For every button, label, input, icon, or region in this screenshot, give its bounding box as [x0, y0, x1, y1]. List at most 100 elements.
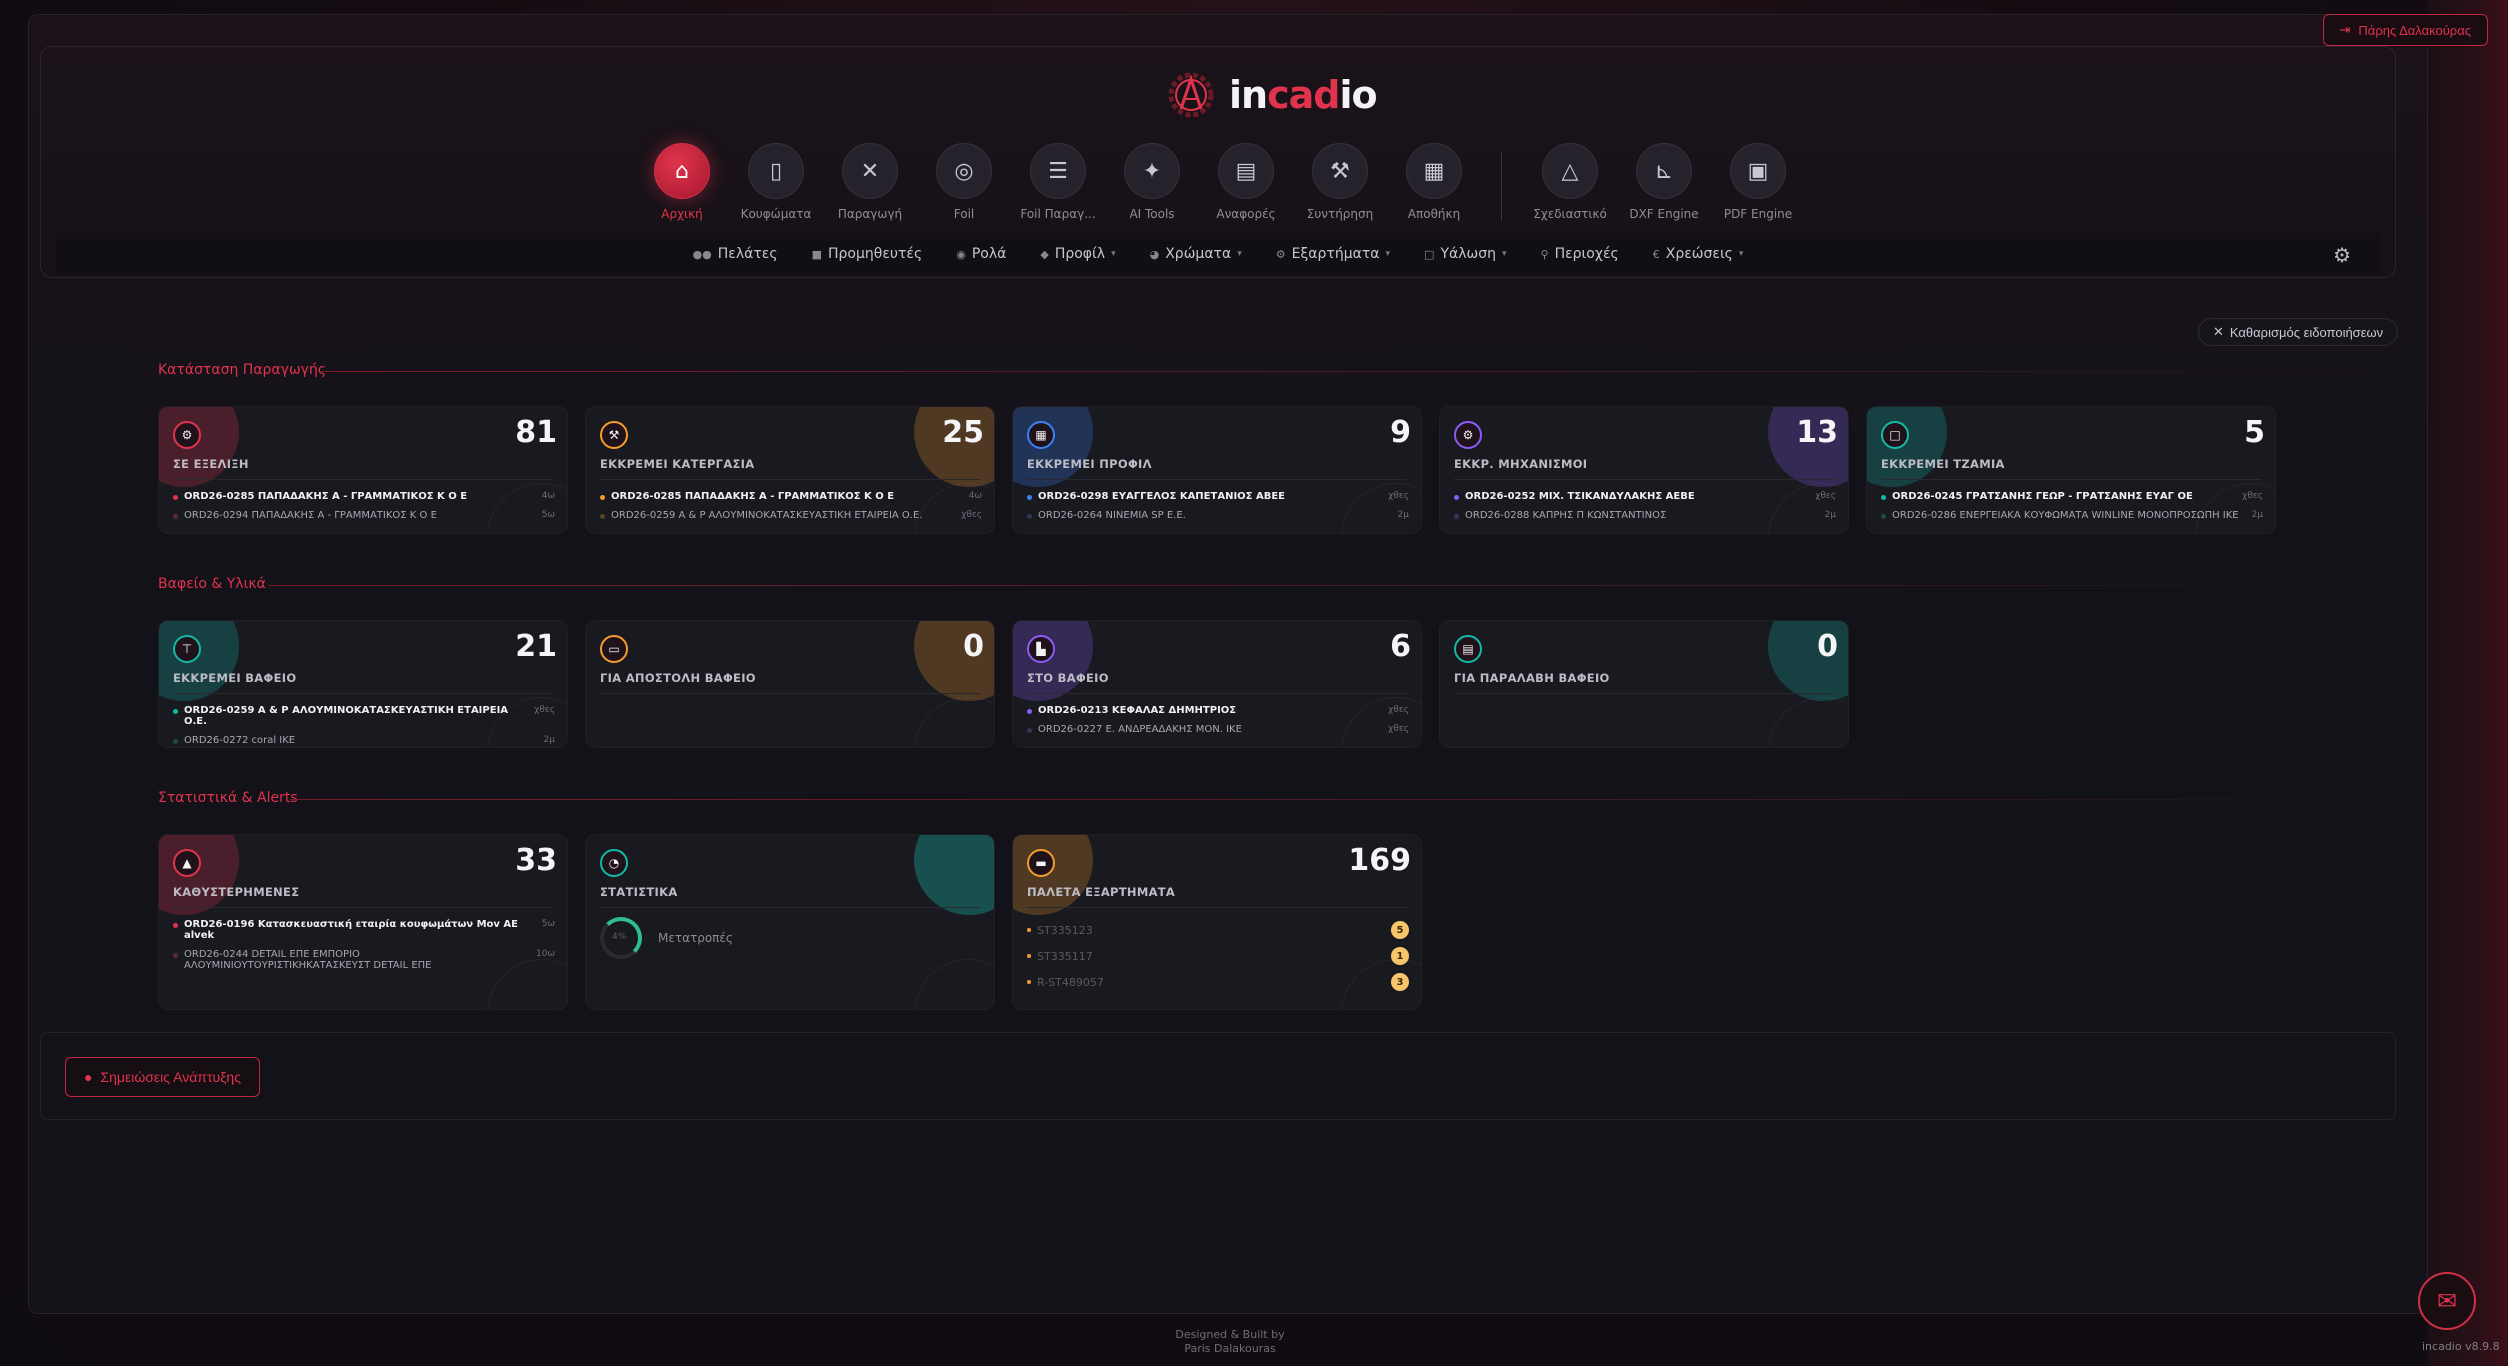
- nav-production[interactable]: ✕ Παραγωγή: [820, 143, 920, 221]
- card-receive-paint[interactable]: ▤ 0 ΓΙΑ ΠΑΡΑΛΑΒΗ ΒΑΦΕΙΟ: [1439, 620, 1849, 748]
- compass-icon: △: [1542, 143, 1598, 199]
- chevron-down-icon: ▾: [1237, 249, 1242, 259]
- nav-divider: [1501, 151, 1502, 221]
- list-item[interactable]: ORD26-0196 Κατασκευαστική εταιρία κουφωμ…: [173, 919, 555, 941]
- section-divider: [290, 799, 2396, 800]
- nav-windows[interactable]: ▯ Κουφώματα: [726, 143, 826, 221]
- gears-icon: ⚙: [1454, 421, 1482, 449]
- logout-button[interactable]: ⇥ Πάρης Δαλακούρας: [2322, 14, 2488, 46]
- sub-nav: ●● Πελάτες ■ Προμηθευτές ◉ Ρολά ◆ Προφίλ ▾ ◕ Χ…: [55, 233, 2381, 275]
- subnav-glazing[interactable]: □ Υάλωση ▾: [1424, 246, 1506, 262]
- nav-maintenance[interactable]: ⚒ Συντήρηση: [1290, 143, 1390, 221]
- clear-notifications-button[interactable]: ✕ Καθαρισμός ειδοποιήσεων: [2198, 318, 2399, 346]
- home-icon: ⌂: [654, 143, 710, 199]
- subnav-profiles[interactable]: ◆ Προφίλ ▾: [1040, 246, 1115, 262]
- nav-foil-production[interactable]: ☰ Foil Παραγ...: [1008, 143, 1108, 221]
- subnav-colors[interactable]: ◕ Χρώματα ▾: [1150, 246, 1242, 262]
- chevron-down-icon: ▾: [1501, 249, 1507, 259]
- hammer-icon: ⚒: [600, 421, 628, 449]
- card-count: 169: [1348, 843, 1411, 878]
- card-label: ΠΑΛΕΤΑ ΕΞΑΡΤΗΜΑΤΑ: [1027, 885, 1176, 899]
- section-title-production: Κατάσταση Παραγωγής: [158, 362, 327, 378]
- door-icon: ▯: [748, 143, 804, 199]
- subnav-charges[interactable]: € Χρεώσεις ▾: [1653, 246, 1744, 262]
- list-item[interactable]: ORD26-0259 Α & Ρ ΑΛΟΥΜΙΝΟΚΑΤΑΣΚΕΥΑΣΤΙΚΗ …: [173, 705, 555, 727]
- warning-icon: ▲: [173, 849, 201, 877]
- card-label: ΕΚΚΡΕΜΕΙ ΠΡΟΦΙΛ: [1027, 457, 1152, 471]
- list-item[interactable]: ORD26-0285 ΠΑΠΑΔΑΚΗΣ Α - ΓΡΑΜΜΑΤΙΚΟΣ Κ Ο…: [173, 491, 555, 502]
- list-item[interactable]: ORD26-0288 ΚΑΠΡΗΣ Π ΚΩΝΣΤΑΝΤΙΝΟΣ 2μ: [1454, 510, 1836, 521]
- window-edge: [2428, 0, 2508, 1366]
- card-pending-glass[interactable]: □ 5 ΕΚΚΡΕΜΕΙ ΤΖΑΜΙΑ ORD26-0245 ΓΡΑΤΣΑΝΗΣ…: [1866, 406, 2276, 534]
- list-item[interactable]: ORD26-0272 coral IKE 2μ: [173, 735, 555, 746]
- card-pending-paint[interactable]: ⊤ 21 ΕΚΚΡΕΜΕΙ ΒΑΦΕΙΟ ORD26-0259 Α & Ρ ΑΛ…: [158, 620, 568, 748]
- card-at-paint[interactable]: ▙ 6 ΣΤΟ ΒΑΦΕΙΟ ORD26-0213 ΚΕΦΑΛΑΣ ΔΗΜΗΤΡ…: [1012, 620, 1422, 748]
- gears-icon: ⚙: [1275, 247, 1286, 261]
- card-count: 13: [1796, 415, 1838, 450]
- card-count: 5: [2244, 415, 2265, 450]
- nav-pdf-engine[interactable]: ▣ PDF Engine: [1708, 143, 1808, 221]
- bell-slash-icon: ✕: [2213, 324, 2224, 339]
- card-label: ΕΚΚΡΕΜΕΙ ΒΑΦΕΙΟ: [173, 671, 297, 685]
- card-label: ΕΚΚΡΕΜΕΙ ΤΖΑΜΙΑ: [1881, 457, 2005, 471]
- card-label: ΚΑΘΥΣΤΕΡΗΜΕΝΕΣ: [173, 885, 300, 899]
- card-delayed[interactable]: ▲ 33 ΚΑΘΥΣΤΕΡΗΜΕΝΕΣ ORD26-0196 Κατασκευα…: [158, 834, 568, 1010]
- card-palette[interactable]: ▬ 169 ΠΑΛΕΤΑ ΕΞΑΡΤΗΜΑΤΑ ST335123 5 ST3351…: [1012, 834, 1422, 1010]
- card-count: 21: [515, 629, 557, 664]
- chevron-down-icon: ▾: [1111, 249, 1116, 259]
- card-label: ΓΙΑ ΑΠΟΣΤΟΛΗ ΒΑΦΕΙΟ: [600, 671, 756, 685]
- list-item[interactable]: ORD26-0285 ΠΑΠΑΔΑΚΗΣ Α - ΓΡΑΜΜΑΤΙΚΟΣ Κ Ο…: [600, 491, 982, 502]
- card-count: 9: [1390, 415, 1411, 450]
- nav-home[interactable]: ⌂ Αρχική: [632, 143, 732, 221]
- warehouse-icon: ▦: [1406, 143, 1462, 199]
- list-item[interactable]: ORD26-0252 ΜΙΧ. ΤΣΙΚΑΝΔΥΛΑΚΗΣ ΑΕΒΕ χθες: [1454, 491, 1836, 502]
- chat-icon: ✉: [2436, 1287, 2458, 1315]
- nav-ai-tools[interactable]: ✦ AI Tools: [1102, 143, 1202, 221]
- nav-reports[interactable]: ▤ Αναφορές: [1196, 143, 1296, 221]
- list-item[interactable]: ORD26-0259 Α & Ρ ΑΛΟΥΜΙΝΟΚΑΤΑΣΚΕΥΑΣΤΙΚΗ …: [600, 510, 982, 521]
- dev-notes-button[interactable]: ● Σημειώσεις Ανάπτυξης: [65, 1057, 260, 1097]
- app-logo[interactable]: incadio: [1163, 67, 1378, 123]
- subnav-customers[interactable]: ●● Πελάτες: [693, 246, 778, 262]
- list-item[interactable]: R-ST489057 3: [1027, 973, 1409, 991]
- list-item[interactable]: ORD26-0264 NINEMIA SP E.E. 2μ: [1027, 510, 1409, 521]
- checklist-icon: ☰: [1030, 143, 1086, 199]
- nav-drawing[interactable]: △ Σχεδιαστικό: [1520, 143, 1620, 221]
- list-item[interactable]: ORD26-0294 ΠΑΠΑΔΑΚΗΣ Α - ΓΡΑΜΜΑΤΙΚΟΣ Κ Ο…: [173, 510, 555, 521]
- card-in-progress[interactable]: ⚙ 81 ΣΕ ΕΞΕΛΙΞΗ ORD26-0285 ΠΑΠΑΔΑΚΗΣ Α -…: [158, 406, 568, 534]
- pdf-icon: ▣: [1730, 143, 1786, 199]
- document-icon: ▭: [600, 635, 628, 663]
- card-pending-processing[interactable]: ⚒ 25 ΕΚΚΡΕΜΕΙ ΚΑΤΕΡΓΑΣΙΑ ORD26-0285 ΠΑΠΑ…: [585, 406, 995, 534]
- list-item[interactable]: ORD26-0227 Ε. ΑΝΔΡΕΑΔΑΚΗΣ ΜΟΝ. ΙΚΕ χθες: [1027, 724, 1409, 735]
- subnav-suppliers[interactable]: ■ Προμηθευτές: [812, 246, 923, 262]
- wrench-icon: ⚒: [1312, 143, 1368, 199]
- section-title-stats: Στατιστικά & Alerts: [158, 790, 298, 806]
- card-pending-mechanisms[interactable]: ⚙ 13 ΕΚΚΡ. ΜΗΧΑΝΙΣΜΟΙ ORD26-0252 ΜΙΧ. ΤΣ…: [1439, 406, 1849, 534]
- card-statistics[interactable]: ◔ ΣΤΑΤΙΣΤΙΚΑ 4% Μετατροπές: [585, 834, 995, 1010]
- list-item[interactable]: ST335123 5: [1027, 921, 1409, 939]
- card-count: 33: [515, 843, 557, 878]
- chat-button[interactable]: ✉: [2418, 1272, 2476, 1330]
- subnav-regions[interactable]: ⚲ Περιοχές: [1541, 246, 1619, 262]
- subnav-rolls[interactable]: ◉ Ρολά: [956, 246, 1006, 262]
- subnav-accessories[interactable]: ⚙ Εξαρτήματα ▾: [1276, 246, 1390, 262]
- card-pending-profile[interactable]: ▦ 9 ΕΚΚΡΕΜΕΙ ΠΡΟΦΙΛ ORD26-0298 ΕΥΑΓΓΕΛΟΣ…: [1012, 406, 1422, 534]
- dev-notes-panel: ● Σημειώσεις Ανάπτυξης: [40, 1032, 2396, 1120]
- list-item[interactable]: ORD26-0213 ΚΕΦΑΛΑΣ ΔΗΜΗΤΡΙΟΣ χθες: [1027, 705, 1409, 716]
- users-icon: ●●: [692, 247, 712, 261]
- list-item[interactable]: ORD26-0244 DETAIL ΕΠΕ ΕΜΠΟΡΙΟ ΑΛΟΥΜΙΝΙΟΥ…: [173, 949, 555, 971]
- list-item[interactable]: ST335117 1: [1027, 947, 1409, 965]
- card-send-paint[interactable]: ▭ 0 ΓΙΑ ΑΠΟΣΤΟΛΗ ΒΑΦΕΙΟ: [585, 620, 995, 748]
- roll-icon: ◎: [936, 143, 992, 199]
- nav-dxf-engine[interactable]: ⊾ DXF Engine: [1614, 143, 1714, 221]
- list-item[interactable]: ORD26-0286 ΕΝΕΡΓΕΙΑΚΑ ΚΟΥΦΩΜΑΤΑ WINLINE …: [1881, 510, 2263, 521]
- list-item[interactable]: ORD26-0245 ΓΡΑΤΣΑΝΗΣ ΓΕΩΡ - ΓΡΑΤΣΑΝΗΣ ΕΥ…: [1881, 491, 2263, 502]
- section-divider: [320, 371, 2396, 372]
- card-count: 25: [942, 415, 984, 450]
- magic-wand-icon: ✦: [1124, 143, 1180, 199]
- list-item[interactable]: ORD26-0298 ΕΥΑΓΓΕΛΟΣ ΚΑΠΕΤΑΝΙΟΣ ΑΒΕΕ χθες: [1027, 491, 1409, 502]
- gear-icon[interactable]: ⚙: [2333, 243, 2351, 267]
- nav-foil[interactable]: ◎ Foil: [914, 143, 1014, 221]
- card-count: 0: [963, 629, 984, 664]
- nav-warehouse[interactable]: ▦ Αποθήκη: [1384, 143, 1484, 221]
